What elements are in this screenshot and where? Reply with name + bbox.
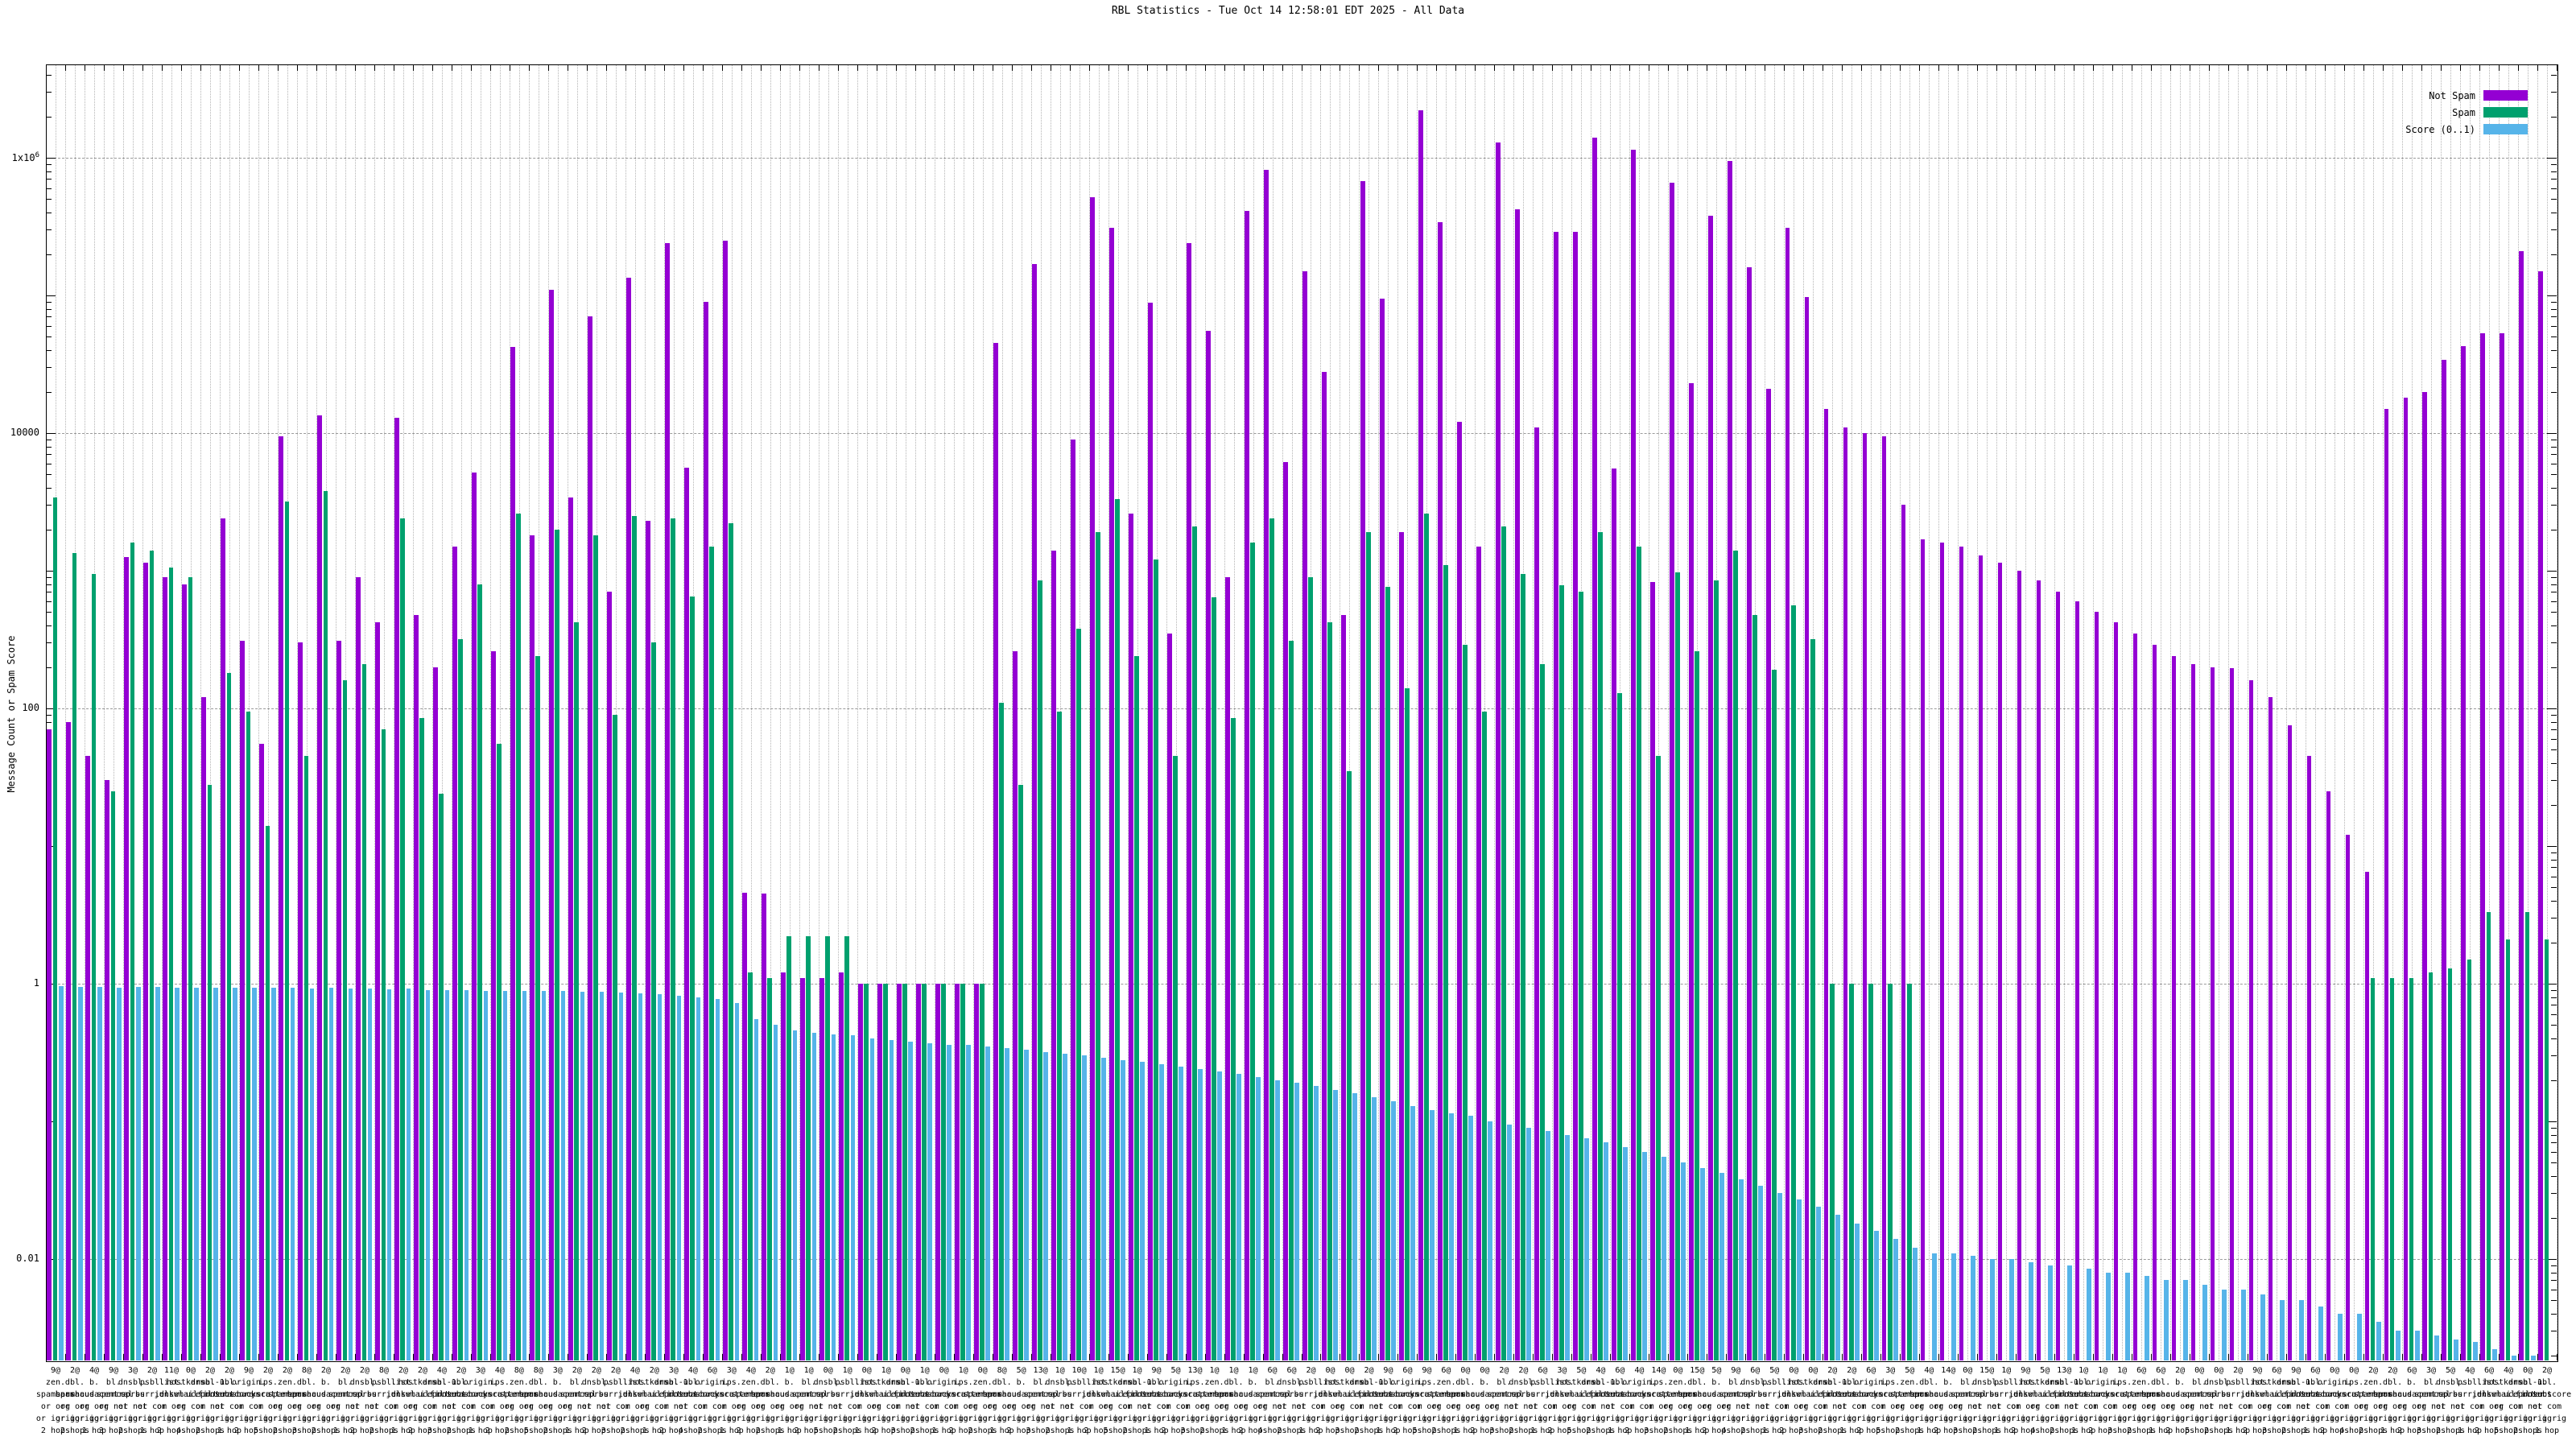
y-tick-label: 10000	[0, 427, 39, 438]
x-tick-label: 2@ubl.unsubscoreor comor igrig1 hop	[2523, 1364, 2571, 1437]
y-tick-label: 1	[0, 977, 39, 989]
legend-row-spam: Spam	[2452, 104, 2528, 115]
rbl-statistics-chart: RBL Statistics - Tue Oct 14 12:58:01 EDT…	[0, 0, 2576, 1449]
y-tick-label: 0.01	[0, 1253, 39, 1264]
plot-border	[46, 64, 2558, 1362]
legend-swatch-not-spam	[2483, 90, 2528, 101]
legend-label-not-spam: Not Spam	[2429, 90, 2475, 101]
legend-row-score: Score (0..1)	[2405, 121, 2528, 132]
legend-label-score: Score (0..1)	[2405, 124, 2475, 135]
y-axis-title: Message Count or Spam Score	[6, 625, 17, 803]
legend-swatch-score	[2483, 124, 2528, 134]
chart-title: RBL Statistics - Tue Oct 14 12:58:01 EDT…	[0, 5, 2576, 17]
y-tick-label: 100	[0, 702, 39, 713]
y-tick-label: 1x106	[0, 151, 39, 163]
legend-swatch-spam	[2483, 107, 2528, 118]
legend-row-not-spam: Not Spam	[2429, 87, 2528, 98]
legend-label-spam: Spam	[2452, 107, 2475, 118]
